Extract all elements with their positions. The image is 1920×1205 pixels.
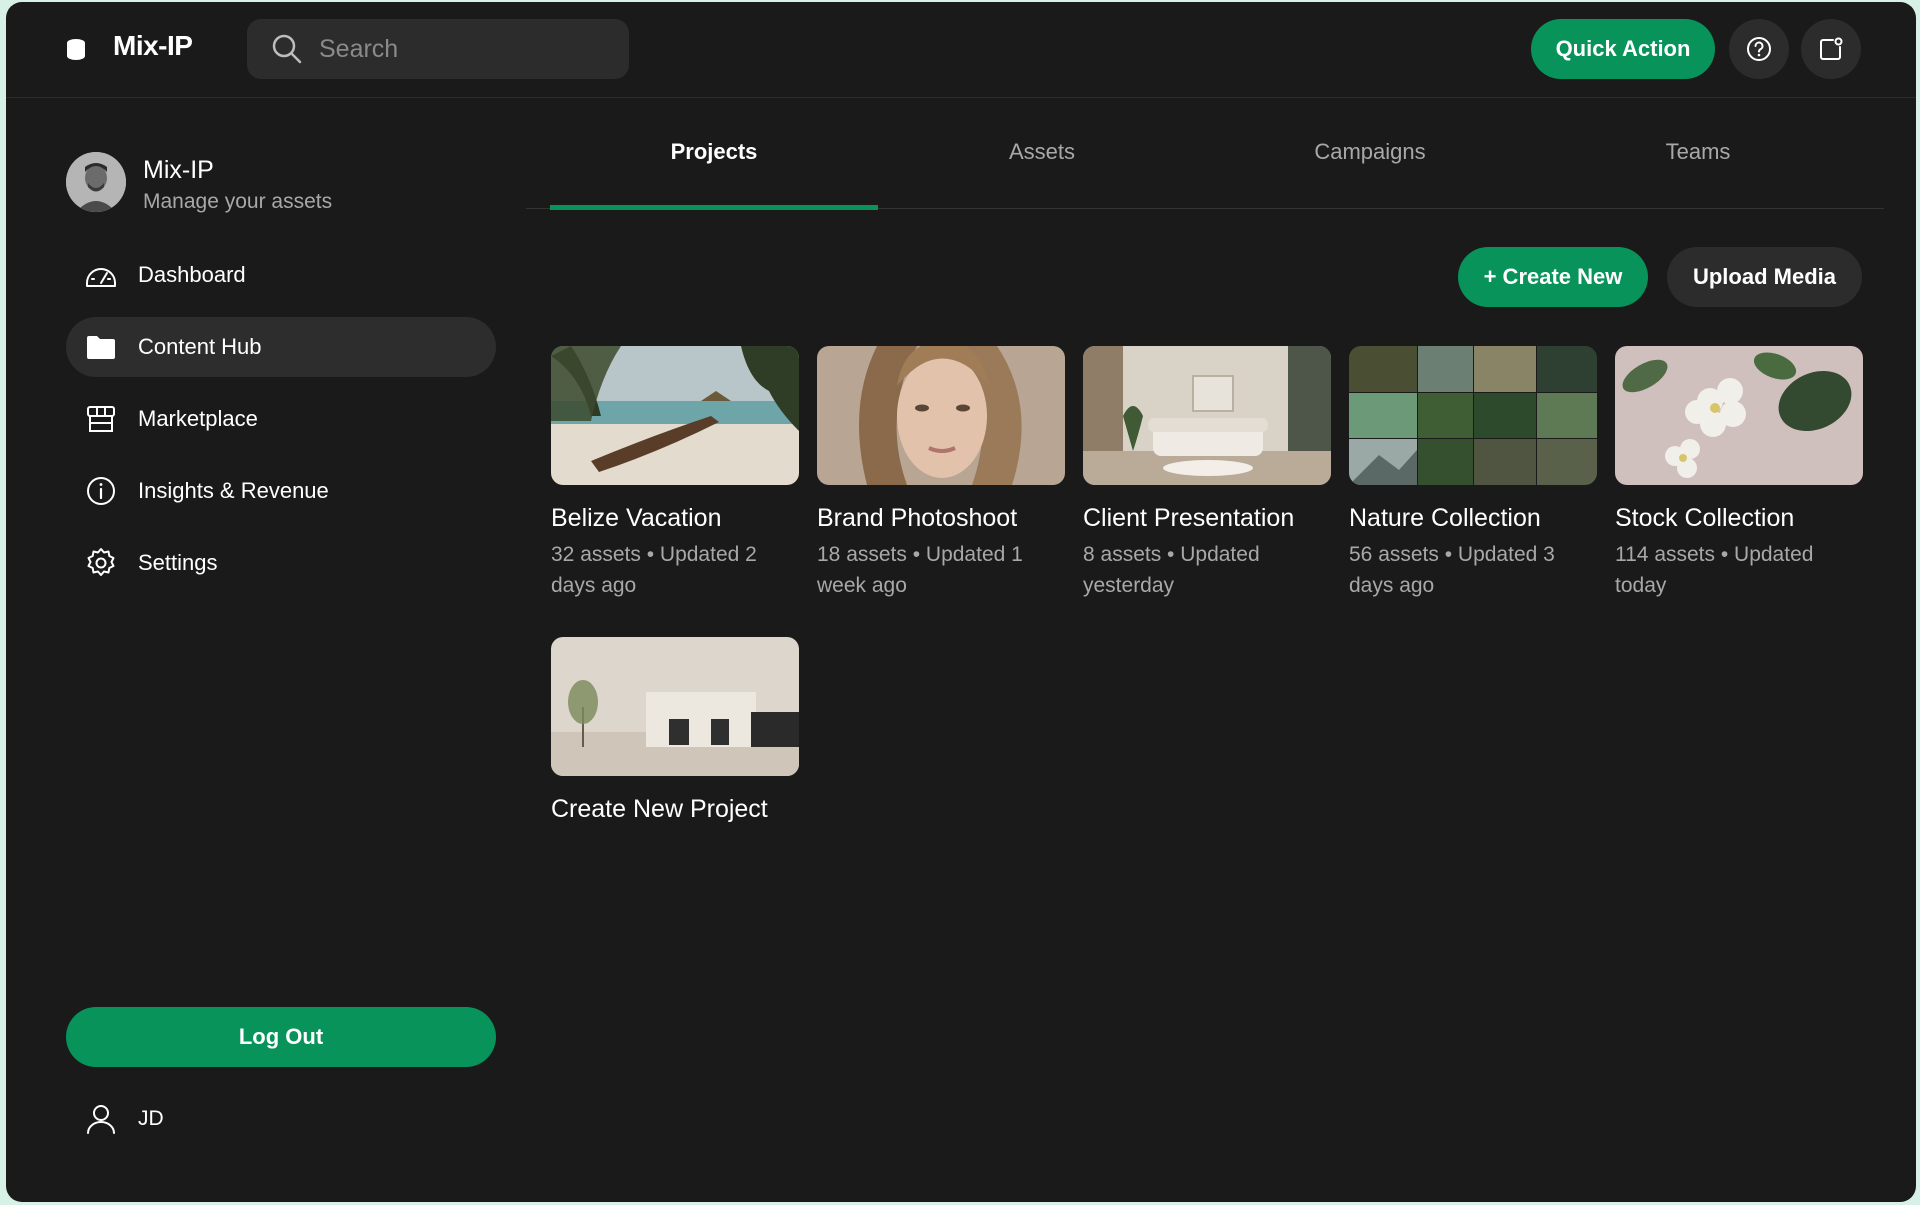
tab-teams[interactable]: Teams <box>1534 137 1862 209</box>
project-thumbnail <box>1083 346 1331 485</box>
project-title: Belize Vacation <box>551 504 722 532</box>
search-icon <box>272 34 302 64</box>
project-thumbnail <box>1349 346 1597 485</box>
sidebar-item-content-hub[interactable]: Content Hub <box>66 317 496 377</box>
project-card-client-presentation[interactable]: Client Presentation 8 assets • Updated y… <box>1083 346 1331 601</box>
project-thumbnail <box>1615 346 1863 485</box>
app-window: Mix-IP Quick Action <box>6 2 1916 1202</box>
project-meta: 18 assets • Updated 1 week ago <box>817 543 1023 597</box>
notification-icon <box>1820 37 1843 60</box>
project-card-create-new[interactable]: Create New Project <box>551 637 799 824</box>
search-input[interactable] <box>317 33 621 65</box>
sidebar-item-marketplace[interactable]: Marketplace <box>66 389 496 449</box>
tab-bar: Projects Assets Campaigns Teams <box>526 137 1884 210</box>
project-meta: 114 assets • Updated today <box>1615 543 1814 597</box>
tab-projects[interactable]: Projects <box>550 137 878 210</box>
help-icon <box>1747 37 1771 61</box>
avatar-image <box>66 152 126 212</box>
top-bar: Mix-IP Quick Action <box>6 2 1916 98</box>
project-thumbnail <box>551 637 799 776</box>
profile-name: Mix-IP <box>143 156 214 184</box>
tab-assets[interactable]: Assets <box>878 137 1206 209</box>
project-card-nature-collection[interactable]: Nature Collection 56 assets • Updated 3 … <box>1349 346 1597 601</box>
logout-button[interactable]: Log Out <box>66 1007 496 1067</box>
project-thumbnail <box>817 346 1065 485</box>
project-title: Stock Collection <box>1615 504 1795 532</box>
quick-action-button[interactable]: Quick Action <box>1531 19 1715 79</box>
sidebar-item-settings[interactable]: Settings <box>66 533 496 593</box>
project-meta: 56 assets • Updated 3 days ago <box>1349 543 1555 597</box>
search-box[interactable] <box>247 19 629 79</box>
project-card-brand-photoshoot[interactable]: Brand Photoshoot 18 assets • Updated 1 w… <box>817 346 1065 601</box>
project-meta: 32 assets • Updated 2 days ago <box>551 543 757 597</box>
sidebar-item-dashboard[interactable]: Dashboard <box>66 245 496 305</box>
info-icon <box>87 477 115 505</box>
app-name: Mix-IP <box>113 30 193 61</box>
profile-subtitle: Manage your assets <box>143 190 333 213</box>
project-title: Brand Photoshoot <box>817 504 1018 532</box>
project-title: Nature Collection <box>1349 504 1541 532</box>
sidebar-item-label: Dashboard <box>138 262 246 287</box>
sidebar-item-label: Content Hub <box>138 334 262 359</box>
project-card-belize-vacation[interactable]: Belize Vacation 32 assets • Updated 2 da… <box>551 346 799 601</box>
notifications-button[interactable] <box>1801 19 1861 79</box>
user-icon <box>87 1105 115 1134</box>
gear-icon <box>87 548 115 576</box>
sidebar-item-label: Insights & Revenue <box>138 478 329 503</box>
create-new-button[interactable]: + Create New <box>1458 247 1648 307</box>
sidebar-item-insights-revenue[interactable]: Insights & Revenue <box>66 461 496 521</box>
dashboard-icon <box>86 268 116 287</box>
upload-media-button[interactable]: Upload Media <box>1667 247 1862 307</box>
user-account[interactable]: JD <box>84 1102 164 1136</box>
store-icon <box>87 406 115 432</box>
sidebar-item-label: Settings <box>138 550 218 575</box>
folder-icon <box>87 336 115 359</box>
avatar[interactable] <box>66 152 126 212</box>
project-thumbnail <box>551 346 799 485</box>
sidebar-item-label: Marketplace <box>138 406 258 431</box>
tab-campaigns[interactable]: Campaigns <box>1206 137 1534 209</box>
help-button[interactable] <box>1729 19 1789 79</box>
project-title: Client Presentation <box>1083 504 1295 532</box>
project-title: Create New Project <box>551 795 768 823</box>
logo-icon <box>67 39 85 60</box>
project-meta: 8 assets • Updated yesterday <box>1083 543 1260 597</box>
user-initials: JD <box>138 1107 164 1130</box>
project-card-stock-collection[interactable]: Stock Collection 114 assets • Updated to… <box>1615 346 1863 601</box>
